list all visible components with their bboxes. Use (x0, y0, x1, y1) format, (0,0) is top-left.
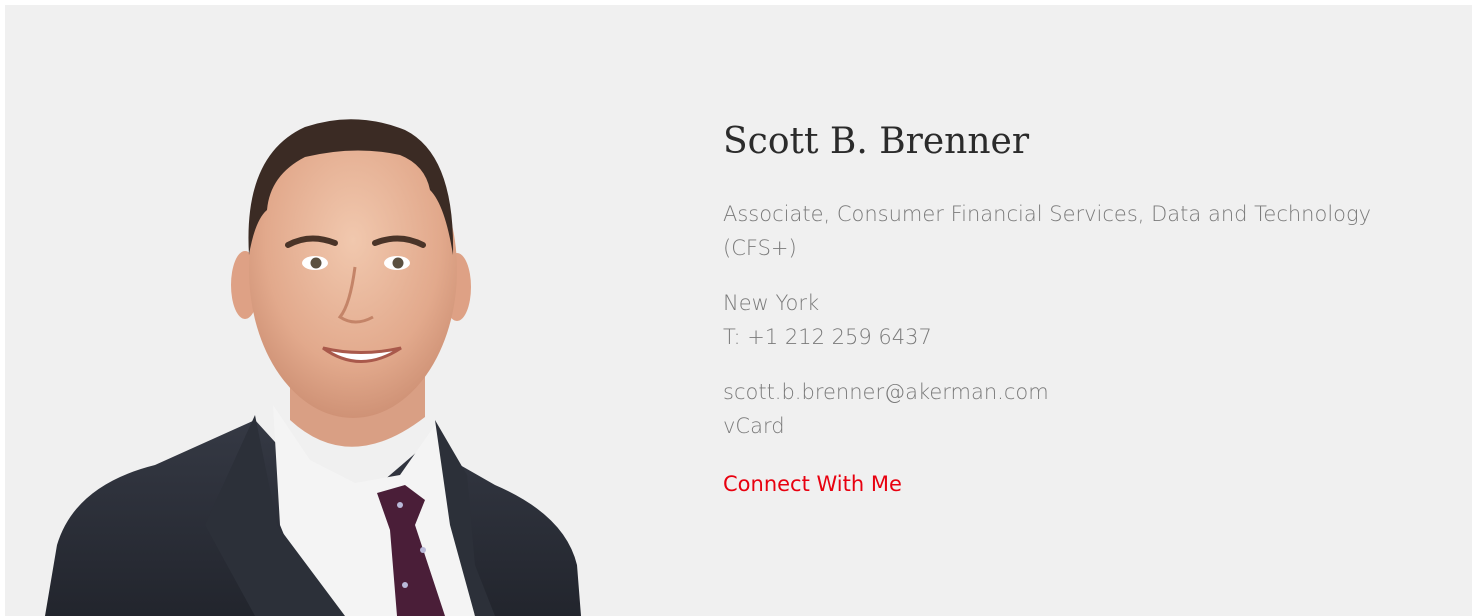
connect-with-me-link[interactable]: Connect With Me (723, 469, 902, 499)
profile-name: Scott B. Brenner (723, 121, 1030, 162)
profile-title: Associate, Consumer Financial Services, … (723, 202, 1372, 260)
profile-info: Scott B. Brenner Associate, Consumer Fin… (723, 118, 1443, 499)
profile-card: Scott B. Brenner Associate, Consumer Fin… (5, 5, 1472, 616)
location-block: New York T: +1 212 259 6437 (723, 286, 1443, 354)
phone-link[interactable]: T: +1 212 259 6437 (723, 320, 1443, 354)
vcard-link[interactable]: vCard (723, 409, 1443, 443)
profile-photo (5, 5, 617, 616)
contact-block: scott.b.brenner@akerman.com vCard (723, 375, 1443, 443)
email-link[interactable]: scott.b.brenner@akerman.com (723, 375, 1443, 409)
office-location: New York (723, 291, 820, 315)
